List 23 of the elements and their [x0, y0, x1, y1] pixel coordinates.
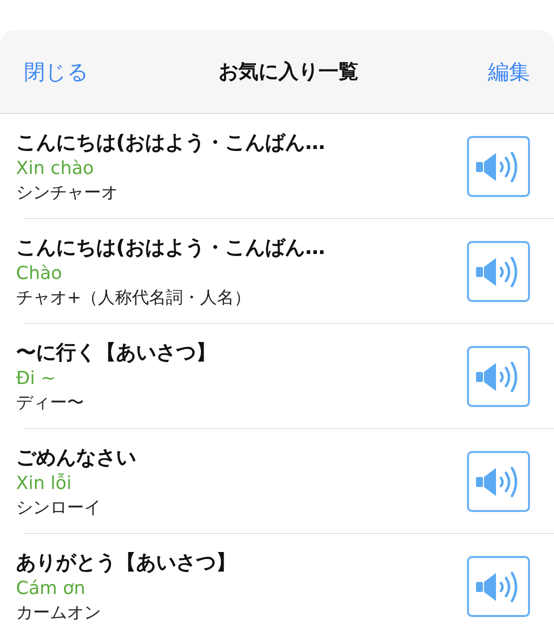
pronunciation: チャオ+（人称代名詞・人名） [16, 287, 252, 309]
pronunciation: カームオン [16, 602, 102, 624]
japanese-phrase: ありがとう【あいさつ】 [16, 549, 237, 576]
pronunciation: ディー〜 [16, 392, 85, 414]
pronunciation: シンチャーオ [16, 182, 119, 204]
play-audio-button[interactable] [467, 241, 530, 302]
vietnamese-phrase: Xin chào [16, 158, 95, 179]
japanese-phrase: こんにちは(おはよう・こんばん… [16, 234, 326, 261]
pronunciation: シンローイ [16, 497, 102, 519]
edit-button[interactable]: 編集 [488, 58, 530, 86]
japanese-phrase: こんにちは(おはよう・こんばん… [16, 129, 326, 156]
vietnamese-phrase: Cám ơn [16, 578, 86, 599]
vietnamese-phrase: Xin lỗi [16, 473, 72, 494]
screen-title: お気に入り一覧 [218, 58, 358, 85]
vietnamese-phrase: Đi ~ [16, 368, 57, 389]
japanese-phrase: ごめんなさい [16, 444, 137, 471]
play-audio-button[interactable] [467, 556, 530, 617]
close-button[interactable]: 閉じる [24, 58, 89, 86]
play-audio-button[interactable] [467, 136, 530, 197]
play-audio-button[interactable] [467, 346, 530, 407]
play-audio-button[interactable] [467, 451, 530, 512]
vietnamese-phrase: Chào [16, 263, 64, 284]
japanese-phrase: 〜に行く【あいさつ】 [16, 339, 217, 366]
